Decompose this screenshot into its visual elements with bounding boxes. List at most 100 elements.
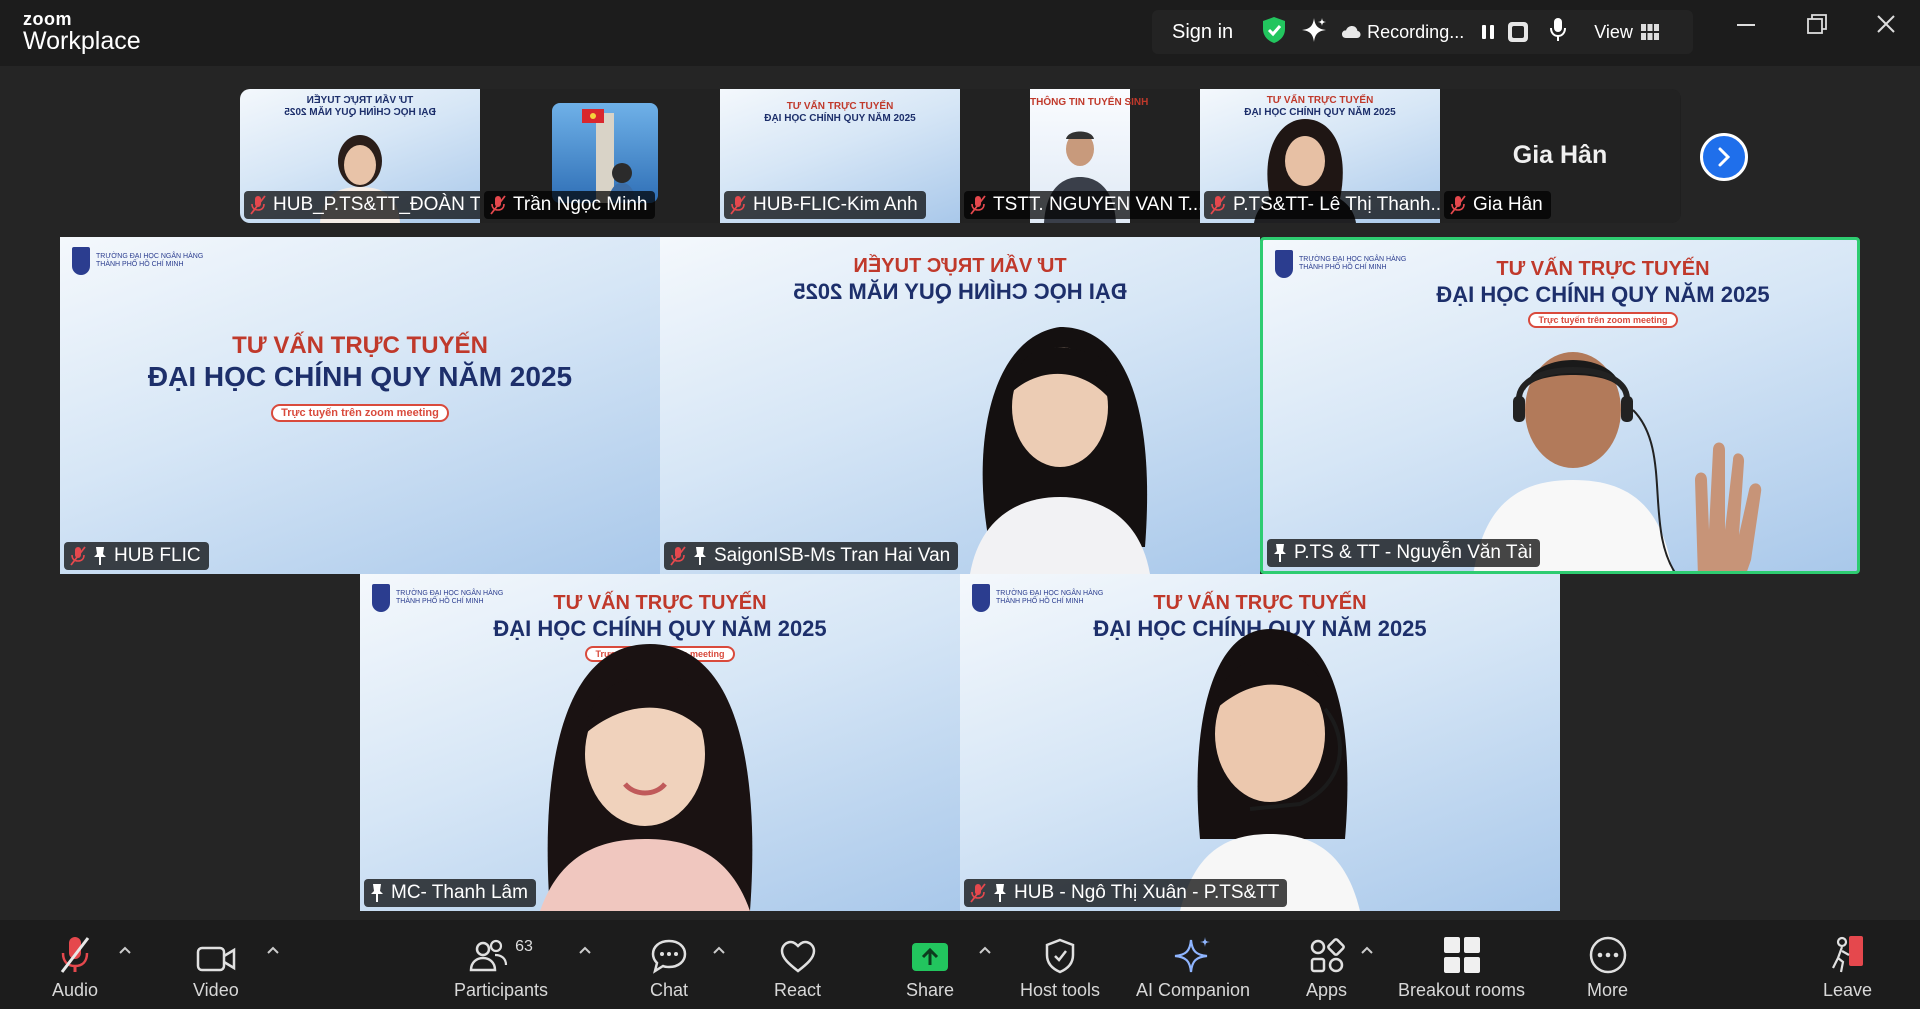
react-label: React (774, 980, 822, 1000)
meeting-controls-bar: Sign in Recording... View (1152, 10, 1693, 54)
thumbnail-tile[interactable]: TƯ VẤN TRỰC TUYẾN ĐẠI HỌC CHÍNH QUY NĂM … (1200, 89, 1440, 223)
security-shield-icon[interactable] (1261, 16, 1287, 49)
video-options-chevron-up-icon[interactable] (266, 942, 280, 958)
slide-title: TƯ VẤN TRỰC TUYẾN (553, 592, 767, 614)
participant-thumbnail-strip: TƯ VẤN TRỰC TUYẾN ĐẠI HỌC CHÍNH QUY NĂM … (240, 89, 1681, 223)
participant-name-tag: HUB-FLIC-Kim Anh (724, 191, 926, 219)
breakout-rooms-icon (1443, 934, 1481, 974)
shield-icon (1044, 934, 1076, 974)
close-window-icon[interactable] (1876, 14, 1896, 40)
apps-button[interactable]: Apps (1306, 934, 1347, 1001)
video-label: Video (193, 980, 239, 1000)
video-tile-saigonisb[interactable]: TƯ VẤN TRỰC TUYẾN ĐẠI HỌC CHÍNH QUY NĂM … (660, 237, 1260, 574)
chat-options-chevron-up-icon[interactable] (712, 942, 726, 958)
thumbnail-tile[interactable]: TƯ VẤN TRỰC TUYẾN ĐẠI HỌC CHÍNH QUY NĂM … (720, 89, 960, 223)
react-button[interactable]: React (774, 934, 821, 1001)
audio-options-chevron-up-icon[interactable] (118, 942, 132, 958)
muted-mic-icon (670, 546, 686, 566)
meeting-gallery: TƯ VẤN TRỰC TUYẾN ĐẠI HỌC CHÍNH QUY NĂM … (0, 66, 1920, 920)
muted-mic-icon (970, 883, 986, 903)
participant-name: SaigonISB-Ms Tran Hai Van (714, 545, 951, 566)
stop-recording-button[interactable] (1508, 22, 1529, 42)
participants-options-chevron-up-icon[interactable] (578, 942, 592, 958)
restore-window-icon[interactable] (1807, 14, 1827, 40)
chat-label: Chat (650, 980, 689, 1000)
participant-name: TSTT. NGUYEN VAN T... (993, 194, 1200, 215)
thumb-slide-title: TƯ VẤN TRỰC TUYẾN (786, 101, 894, 112)
thumbnail-tile[interactable]: Gia Hân Gia Hân (1440, 89, 1680, 223)
slide-title: TƯ VẤN TRỰC TUYẾN (1496, 258, 1710, 280)
video-button[interactable]: Video (193, 934, 239, 1001)
host-tools-button[interactable]: Host tools (1020, 934, 1100, 1001)
meeting-toolbar: Audio Video 63 Participants Chat React S… (0, 920, 1920, 1009)
apps-options-chevron-up-icon[interactable] (1360, 942, 1374, 958)
participant-name: P.TS & TT - Nguyễn Văn Tài (1294, 542, 1533, 563)
pin-icon (693, 546, 707, 566)
muted-mic-icon (730, 195, 746, 215)
participant-display-name: Gia Hân (1512, 141, 1608, 169)
view-button[interactable]: View (1594, 22, 1659, 43)
pin-icon (993, 883, 1007, 903)
mic-status-icon[interactable] (1548, 17, 1568, 48)
next-page-button[interactable] (1700, 133, 1748, 181)
heart-icon (779, 934, 817, 974)
share-options-chevron-up-icon[interactable] (978, 942, 992, 958)
participant-video-person (970, 327, 1150, 574)
participant-name-tag: MC- Thanh Lâm (364, 879, 536, 907)
leave-button[interactable]: Leave (1823, 934, 1872, 1001)
slide-background: TRƯỜNG ĐẠI HỌC NGÂN HÀNG THÀNH PHỐ HỒ CHÍ… (960, 574, 1560, 911)
participant-name-tag: P.TS&TT- Lê Thị Thanh... (1204, 191, 1440, 219)
audio-label: Audio (52, 980, 99, 1000)
thumbnail-tile[interactable]: THÔNG TIN TUYỂN SINH TSTT. NGUYEN VAN T.… (960, 89, 1200, 223)
participant-name-tag: Gia Hân (1444, 191, 1551, 219)
leave-door-icon (1829, 934, 1867, 974)
more-button[interactable]: More (1587, 934, 1628, 1001)
ai-companion-label: AI Companion (1136, 980, 1251, 1000)
participant-video-person (1473, 352, 1762, 571)
cloud-icon (1342, 26, 1361, 38)
participant-name: Gia Hân (1473, 194, 1543, 215)
thumbnail-tile[interactable]: Trần Ngọc Minh (480, 89, 720, 223)
sign-in-button[interactable]: Sign in (1172, 21, 1233, 44)
breakout-rooms-button[interactable]: Breakout rooms (1398, 934, 1525, 1001)
muted-mic-icon (970, 195, 986, 215)
slide-background: TRƯỜNG ĐẠI HỌC NGÂN HÀNG THÀNH PHỐ HỒ CHÍ… (360, 574, 960, 911)
more-dots-icon (1589, 934, 1627, 974)
share-button[interactable]: Share (906, 934, 954, 1001)
title-bar: zoom Workplace Sign in Recording... View (0, 0, 1920, 66)
video-tile-hub-flic[interactable]: TRƯỜNG ĐẠI HỌC NGÂN HÀNG THÀNH PHỐ HỒ CHÍ… (60, 237, 660, 574)
muted-mic-icon (250, 195, 266, 215)
slide-title: TƯ VẤN TRỰC TUYẾN (853, 255, 1067, 277)
minimize-window-icon[interactable] (1737, 14, 1755, 40)
participants-label: Participants (454, 980, 549, 1000)
breakout-rooms-label: Breakout rooms (1398, 980, 1526, 1000)
video-tile-active-speaker[interactable]: TRƯỜNG ĐẠI HỌC NGÂN HÀNG THÀNH PHỐ HỒ CHÍ… (1260, 237, 1860, 574)
grid-view-icon (1640, 24, 1659, 40)
slide-subtitle: ĐẠI HỌC CHÍNH QUY NĂM 2025 (1436, 282, 1770, 307)
school-logo: TRƯỜNG ĐẠI HỌC NGÂN HÀNG THÀNH PHỐ HỒ CHÍ… (72, 247, 203, 275)
ai-sparkle-icon[interactable] (1301, 17, 1327, 48)
pause-recording-button[interactable] (1478, 22, 1498, 42)
recording-status[interactable]: Recording... (1341, 22, 1464, 43)
slide-background: TƯ VẤN TRỰC TUYẾN ĐẠI HỌC CHÍNH QUY NĂM … (660, 237, 1260, 574)
participant-name-tag: P.TS & TT - Nguyễn Văn Tài (1267, 539, 1541, 567)
apps-label: Apps (1306, 980, 1348, 1000)
muted-mic-icon (70, 546, 86, 566)
share-label: Share (906, 980, 955, 1000)
ai-companion-button[interactable]: AI Companion (1136, 934, 1250, 1001)
slide-title: TƯ VẤN TRỰC TUYẾN (232, 332, 488, 359)
chat-button[interactable]: Chat (650, 934, 688, 1001)
video-camera-icon (196, 934, 236, 974)
thumbnail-tile[interactable]: TƯ VẤN TRỰC TUYẾN ĐẠI HỌC CHÍNH QUY NĂM … (240, 89, 480, 223)
recording-label: Recording... (1367, 21, 1465, 42)
muted-mic-icon (1450, 195, 1466, 215)
audio-button[interactable]: Audio (52, 934, 98, 1001)
participant-name: HUB-FLIC-Kim Anh (753, 194, 918, 215)
video-tile-mc-thanh-lam[interactable]: TRƯỜNG ĐẠI HỌC NGÂN HÀNG THÀNH PHỐ HỒ CHÍ… (360, 574, 960, 911)
video-tile-ngo-thi-xuan[interactable]: TRƯỜNG ĐẠI HỌC NGÂN HÀNG THÀNH PHỐ HỒ CHÍ… (960, 574, 1560, 911)
participant-video-person (1180, 629, 1360, 911)
pin-icon (370, 883, 384, 903)
share-screen-icon (911, 934, 949, 974)
participants-button[interactable]: 63 Participants (454, 934, 548, 1001)
host-tools-label: Host tools (1020, 980, 1101, 1000)
